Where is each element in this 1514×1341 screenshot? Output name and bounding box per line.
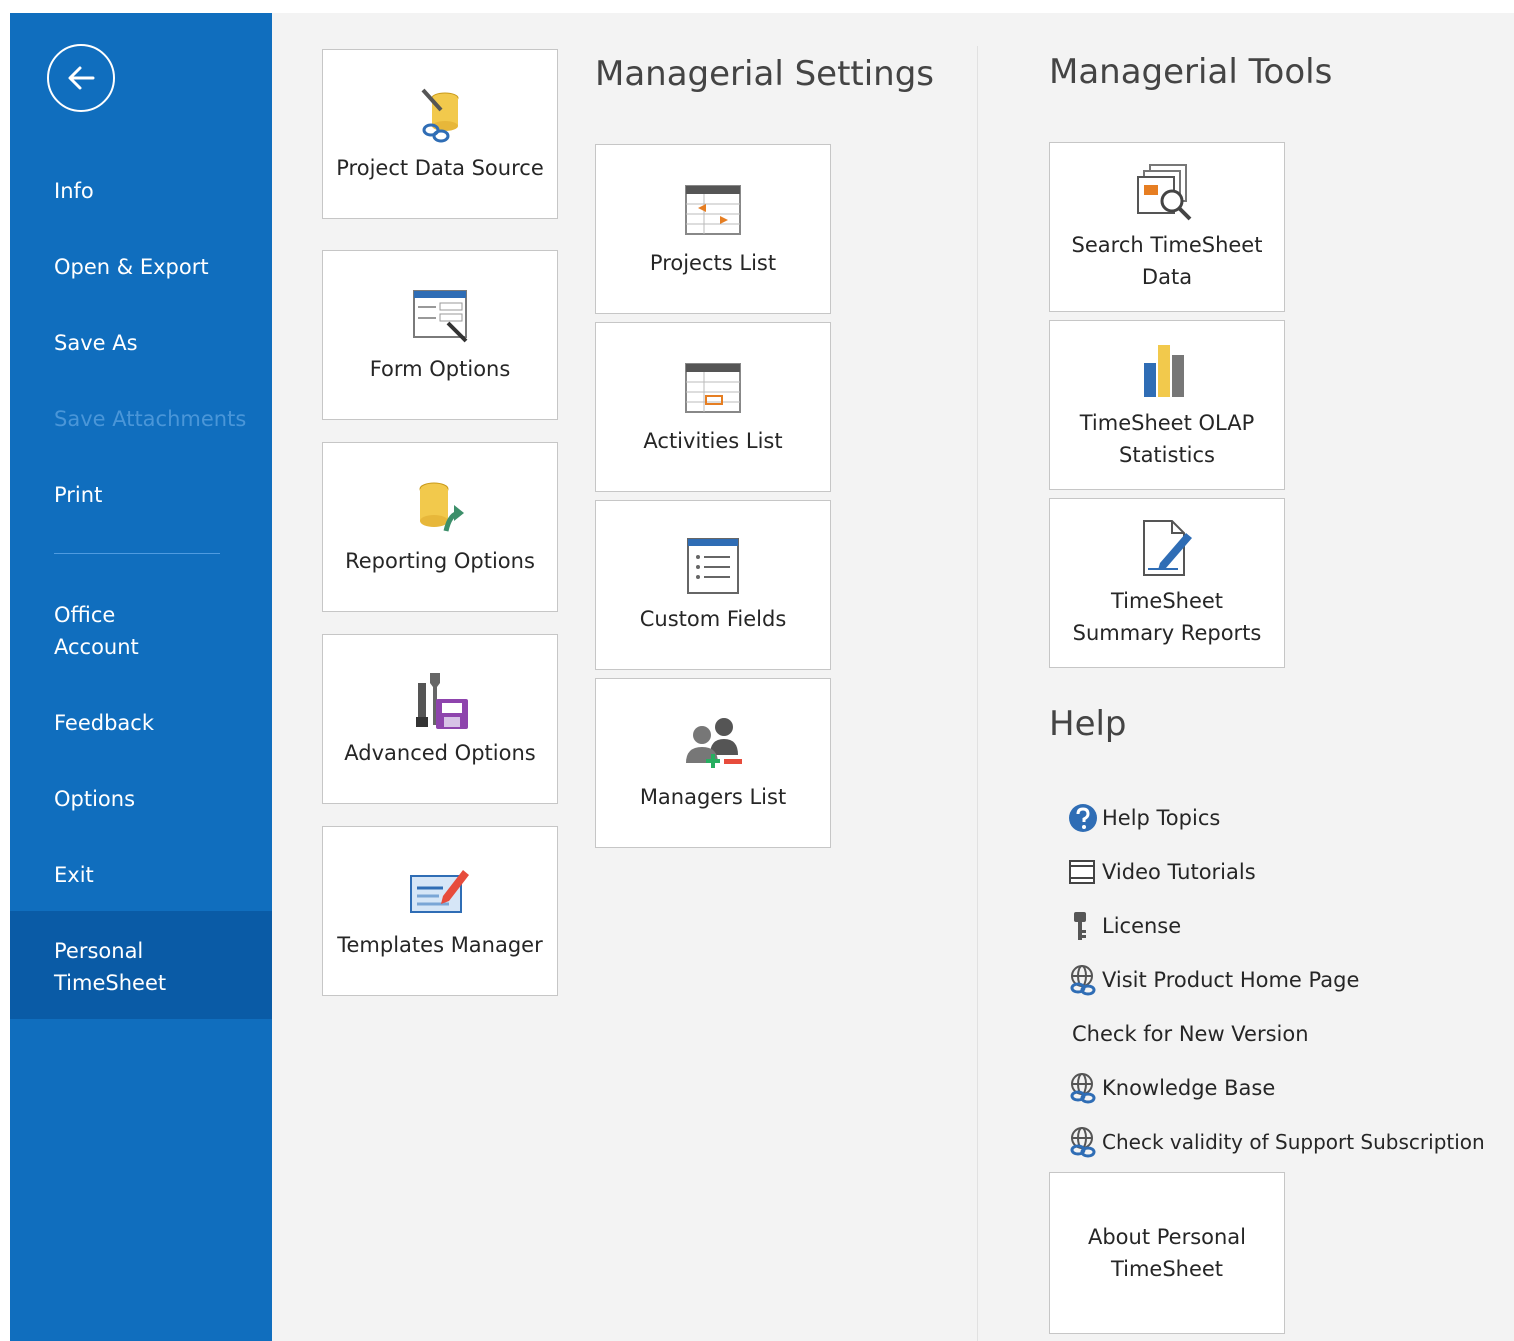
tile-label: Advanced Options — [344, 741, 536, 765]
back-arrow-icon — [68, 66, 95, 90]
managerial-tools-heading: Managerial Tools — [1049, 52, 1333, 92]
globe-link-icon — [1070, 1073, 1096, 1104]
about-personal-timesheet-tile[interactable]: About Personal TimeSheet — [1049, 1172, 1285, 1334]
nav-open-export[interactable]: Open & Export — [54, 251, 209, 283]
nav-save-as[interactable]: Save As — [54, 327, 138, 359]
form-options-icon — [413, 290, 468, 343]
check-for-new-version-link[interactable]: Check for New Version — [1072, 1016, 1309, 1052]
license-link[interactable]: License — [1068, 908, 1181, 944]
help-item-label: Help Topics — [1102, 806, 1221, 830]
managerial-settings-heading: Managerial Settings — [595, 54, 935, 94]
visit-product-home-page-link[interactable]: Visit Product Home Page — [1068, 962, 1359, 998]
tile-label: Project Data Source — [336, 156, 544, 180]
help-item-label: Visit Product Home Page — [1102, 968, 1360, 992]
globe-link-icon — [1070, 1127, 1096, 1158]
backstage-sidebar: Info Open & Export Save As Save Attachme… — [10, 13, 272, 1341]
nav-exit[interactable]: Exit — [54, 859, 94, 891]
help-topics-link[interactable]: Help Topics — [1068, 800, 1220, 836]
globe-link-icon — [1070, 965, 1096, 996]
nav-print[interactable]: Print — [54, 479, 102, 511]
help-item-label: Knowledge Base — [1102, 1076, 1276, 1100]
report-edit-icon — [1143, 520, 1192, 576]
tile-label: Templates Manager — [337, 933, 543, 957]
olap-statistics-tile[interactable]: TimeSheet OLAP Statistics — [1049, 320, 1285, 490]
help-item-label: Check validity of Support Subscription — [1102, 1130, 1485, 1154]
help-item-label: Video Tutorials — [1102, 860, 1256, 884]
reporting-options-tile[interactable]: Reporting Options — [322, 442, 558, 612]
nav-info[interactable]: Info — [54, 175, 94, 207]
help-heading: Help — [1049, 704, 1127, 744]
help-item-label: Check for New Version — [1072, 1022, 1309, 1046]
column-divider — [977, 46, 978, 1341]
nav-divider — [54, 553, 220, 554]
database-export-icon — [419, 482, 464, 532]
search-timesheet-data-tile[interactable]: Search TimeSheet Data — [1049, 142, 1285, 312]
template-edit-icon — [410, 870, 469, 913]
bar-chart-icon — [1144, 345, 1184, 397]
back-button[interactable] — [47, 44, 115, 112]
activities-list-tile[interactable]: Activities List — [595, 322, 831, 492]
projects-list-tile[interactable]: Projects List — [595, 144, 831, 314]
tools-save-icon — [416, 673, 468, 729]
tile-label: Custom Fields — [639, 607, 787, 631]
advanced-options-tile[interactable]: Advanced Options — [322, 634, 558, 804]
form-options-tile[interactable]: Form Options — [322, 250, 558, 420]
summary-reports-tile[interactable]: TimeSheet Summary Reports — [1049, 498, 1285, 668]
nav-feedback[interactable]: Feedback — [54, 707, 154, 739]
video-tutorials-link[interactable]: Video Tutorials — [1068, 854, 1256, 890]
database-link-icon — [421, 88, 459, 143]
nav-office-account[interactable]: Office Account — [54, 599, 139, 663]
tile-label: Search TimeSheet Data — [1071, 233, 1263, 289]
templates-manager-tile[interactable]: Templates Manager — [322, 826, 558, 996]
tile-label: TimeSheet OLAP Statistics — [1079, 411, 1255, 467]
check-support-subscription-link[interactable]: Check validity of Support Subscription — [1068, 1124, 1485, 1160]
help-item-label: License — [1102, 914, 1182, 938]
users-add-remove-icon — [686, 718, 742, 768]
film-icon — [1069, 860, 1095, 884]
tile-label: Form Options — [369, 357, 511, 381]
custom-fields-tile[interactable]: Custom Fields — [595, 500, 831, 670]
activities-list-icon — [685, 363, 741, 413]
question-icon — [1069, 804, 1097, 832]
tile-label: Activities List — [643, 429, 783, 453]
nav-personal-timesheet[interactable]: Personal TimeSheet — [54, 935, 166, 999]
tile-label: TimeSheet Summary Reports — [1072, 589, 1262, 645]
tile-label: Reporting Options — [345, 549, 535, 573]
managers-list-tile[interactable]: Managers List — [595, 678, 831, 848]
tile-label: Managers List — [639, 785, 787, 809]
tile-label: About Personal TimeSheet — [1087, 1225, 1247, 1281]
key-icon — [1074, 912, 1086, 940]
projects-list-icon — [685, 185, 741, 235]
project-data-source-tile[interactable]: Project Data Source — [322, 49, 558, 219]
knowledge-base-link[interactable]: Knowledge Base — [1068, 1070, 1275, 1106]
tile-label: Projects List — [649, 251, 777, 275]
nav-options[interactable]: Options — [54, 783, 135, 815]
search-document-icon — [1137, 164, 1192, 221]
nav-save-attachments: Save Attachments — [54, 407, 247, 431]
custom-fields-icon — [687, 538, 739, 594]
